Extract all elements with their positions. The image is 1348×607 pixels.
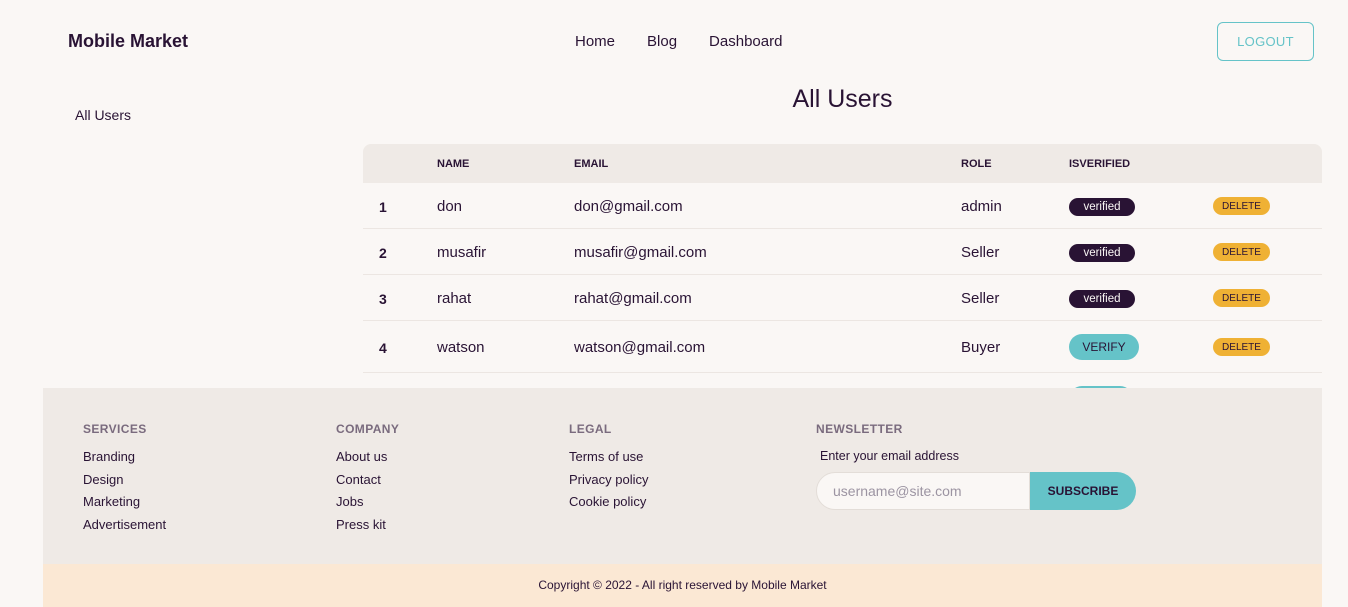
- navbar: Mobile Market Home Blog Dashboard LOGOUT: [0, 0, 1348, 84]
- user-name: watson: [437, 339, 485, 356]
- table-row: 4 watson watson@gmail.com Buyer VERIFY D…: [363, 321, 1322, 373]
- footer-link-contact[interactable]: Contact: [336, 472, 399, 488]
- column-isverified: ISVERIFIED: [1069, 158, 1131, 170]
- delete-button[interactable]: DELETE: [1213, 289, 1270, 307]
- delete-button[interactable]: DELETE: [1213, 197, 1270, 215]
- main-nav: Home Blog Dashboard: [575, 33, 782, 50]
- footer-link-jobs[interactable]: Jobs: [336, 494, 399, 510]
- user-email: don@gmail.com: [574, 198, 683, 215]
- footer-services-title: SERVICES: [83, 422, 147, 436]
- footer-newsletter-title: NEWSLETTER: [816, 422, 903, 436]
- footer-legal-title: LEGAL: [569, 422, 612, 436]
- row-index: 2: [379, 245, 387, 261]
- footer-link-privacy[interactable]: Privacy policy: [569, 472, 648, 488]
- nav-home[interactable]: Home: [575, 33, 615, 50]
- table-row: 2 musafir musafir@gmail.com Seller verif…: [363, 229, 1322, 275]
- footer: SERVICES Branding Design Marketing Adver…: [43, 388, 1322, 564]
- verified-badge: verified: [1069, 290, 1135, 308]
- footer-link-about[interactable]: About us: [336, 449, 399, 465]
- footer-link-terms[interactable]: Terms of use: [569, 449, 648, 465]
- user-email: rahat@gmail.com: [574, 290, 692, 307]
- nav-dashboard[interactable]: Dashboard: [709, 33, 782, 50]
- nav-blog[interactable]: Blog: [647, 33, 677, 50]
- user-name: musafir: [437, 244, 487, 261]
- copyright-bar: Copyright © 2022 - All right reserved by…: [43, 564, 1322, 607]
- newsletter-email-input[interactable]: [816, 472, 1030, 510]
- users-table: NAME EMAIL ROLE ISVERIFIED 1 don don@gma…: [363, 144, 1322, 388]
- verified-badge: verified: [1069, 198, 1135, 216]
- footer-company: COMPANY About us Contact Jobs Press kit: [336, 422, 399, 539]
- footer-newsletter: NEWSLETTER Enter your email address SUBS…: [816, 422, 1136, 510]
- user-role: Seller: [961, 290, 1000, 307]
- row-index: 3: [379, 291, 387, 307]
- footer-link-press-kit[interactable]: Press kit: [336, 517, 399, 533]
- column-name: NAME: [437, 158, 470, 170]
- row-index: 4: [379, 340, 387, 356]
- table-row: 3 rahat rahat@gmail.com Seller verified …: [363, 275, 1322, 321]
- newsletter-label: Enter your email address: [820, 449, 959, 463]
- footer-link-cookie[interactable]: Cookie policy: [569, 494, 648, 510]
- user-name: don: [437, 198, 463, 215]
- column-role: ROLE: [961, 158, 992, 170]
- user-name: rahat: [437, 290, 472, 307]
- column-email: EMAIL: [574, 158, 609, 170]
- footer-services: SERVICES Branding Design Marketing Adver…: [83, 422, 166, 539]
- table-row: [363, 373, 1322, 388]
- verified-badge: verified: [1069, 244, 1135, 262]
- delete-button[interactable]: DELETE: [1213, 338, 1270, 356]
- user-email: watson@gmail.com: [574, 339, 706, 356]
- delete-button[interactable]: DELETE: [1213, 243, 1270, 261]
- footer-legal: LEGAL Terms of use Privacy policy Cookie…: [569, 422, 648, 517]
- user-role: Seller: [961, 244, 1000, 261]
- table-row: 1 don don@gmail.com admin verified DELET…: [363, 183, 1322, 229]
- newsletter-form: SUBSCRIBE: [816, 472, 1136, 510]
- logout-button[interactable]: LOGOUT: [1217, 22, 1314, 61]
- user-role: admin: [961, 198, 1002, 215]
- brand-logo[interactable]: Mobile Market: [68, 31, 188, 52]
- user-role: Buyer: [961, 339, 1001, 356]
- footer-link-advertisement[interactable]: Advertisement: [83, 517, 166, 533]
- footer-link-design[interactable]: Design: [83, 472, 166, 488]
- page-title: All Users: [792, 85, 893, 113]
- table-header: NAME EMAIL ROLE ISVERIFIED: [363, 144, 1322, 183]
- user-email: musafir@gmail.com: [574, 244, 707, 261]
- row-index: 1: [379, 199, 387, 215]
- footer-link-marketing[interactable]: Marketing: [83, 494, 166, 510]
- footer-link-branding[interactable]: Branding: [83, 449, 166, 465]
- subscribe-button[interactable]: SUBSCRIBE: [1030, 472, 1136, 510]
- footer-company-title: COMPANY: [336, 422, 400, 436]
- verify-button[interactable]: VERIFY: [1069, 334, 1139, 360]
